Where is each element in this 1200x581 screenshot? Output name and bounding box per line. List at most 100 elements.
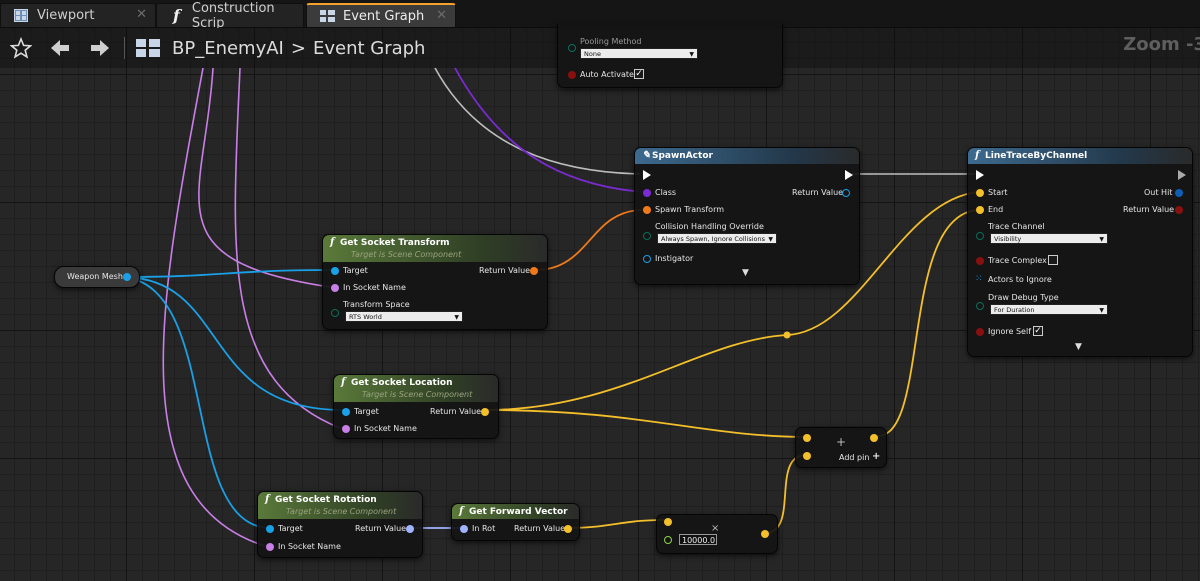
- vector-out-pin[interactable]: [761, 530, 769, 538]
- draw-debug-dropdown[interactable]: For Duration: [990, 304, 1108, 316]
- struct-out-pin[interactable]: [1175, 189, 1183, 197]
- expand-arrow-icon[interactable]: ▼: [742, 268, 749, 278]
- add-vector-node[interactable]: + Add pin +: [795, 427, 887, 468]
- class-pin[interactable]: [643, 189, 651, 197]
- weapon-mesh-node[interactable]: Weapon Mesh: [54, 266, 140, 288]
- rotator-pin[interactable]: [406, 525, 414, 533]
- exec-out-pin[interactable]: [1178, 170, 1186, 180]
- spawn-transform-label: Spawn Transform: [655, 205, 725, 214]
- vector-pin[interactable]: [976, 206, 984, 214]
- object-out-pin[interactable]: [842, 189, 850, 197]
- ignore-self-label: Ignore Self: [988, 327, 1032, 336]
- vector-pin[interactable]: [564, 525, 572, 533]
- bool-pin[interactable]: [976, 328, 984, 336]
- name-pin[interactable]: [331, 284, 339, 292]
- byte-pin[interactable]: [568, 44, 576, 52]
- expand-arrow-icon[interactable]: ▼: [1075, 342, 1082, 352]
- exec-out-pin[interactable]: [845, 170, 853, 180]
- line-trace-node[interactable]: f LineTraceByChannel Start Out Hit End R…: [967, 147, 1193, 357]
- tab-event-graph[interactable]: Event Graph ✕: [306, 3, 456, 27]
- exec-in-pin[interactable]: [976, 170, 984, 180]
- node-subtitle: Target is Scene Component: [286, 507, 397, 516]
- node-header: f Get Socket Transform Target is Scene C…: [323, 235, 547, 262]
- node-subtitle: Target is Scene Component: [362, 390, 473, 399]
- byte-pin[interactable]: [331, 309, 339, 317]
- name-pin[interactable]: [266, 543, 274, 551]
- trace-channel-label: Trace Channel: [988, 222, 1045, 231]
- zoom-indicator: Zoom -3: [1123, 34, 1200, 55]
- vector-pin[interactable]: [481, 408, 489, 416]
- transform-pin[interactable]: [643, 206, 651, 214]
- function-icon: f: [330, 237, 335, 248]
- start-label: Start: [988, 188, 1008, 197]
- out-hit-label: Out Hit: [1144, 188, 1173, 197]
- node-header: f LineTraceByChannel: [968, 148, 1192, 164]
- node-subtitle: Target is Scene Component: [351, 250, 462, 259]
- in-socket-name-label: In Socket Name: [278, 542, 341, 551]
- class-label: Class: [655, 188, 677, 197]
- vector-out-pin[interactable]: [870, 434, 878, 442]
- add-pin-label[interactable]: Add pin: [839, 453, 869, 462]
- return-value-label: Return Value: [514, 524, 566, 533]
- bool-pin[interactable]: [568, 71, 576, 79]
- object-pin[interactable]: [123, 273, 131, 281]
- object-pin[interactable]: [266, 525, 274, 533]
- actors-to-ignore-label: Actors to Ignore: [988, 275, 1052, 284]
- get-forward-vector-node[interactable]: f Get Forward Vector In Rot Return Value: [451, 503, 580, 541]
- add-pin-plus-icon[interactable]: +: [872, 451, 880, 462]
- bool-out-pin[interactable]: [1175, 206, 1183, 214]
- trace-channel-dropdown[interactable]: Visibility: [990, 233, 1108, 245]
- name-pin[interactable]: [342, 425, 350, 433]
- get-socket-rotation-node[interactable]: f Get Socket Rotation Target is Scene Co…: [257, 491, 423, 558]
- function-icon: f: [341, 377, 346, 388]
- vector-pin[interactable]: [803, 434, 811, 442]
- close-icon[interactable]: ✕: [436, 8, 447, 23]
- auto-activate-checkbox[interactable]: ✓: [634, 69, 644, 79]
- byte-pin[interactable]: [976, 302, 984, 310]
- spawn-actor-node[interactable]: ✎ SpawnActor Class Return Value Spawn Tr…: [634, 147, 860, 285]
- vector-pin[interactable]: [664, 518, 672, 526]
- transform-pin[interactable]: [530, 267, 538, 275]
- node-title: Get Socket Location: [351, 378, 453, 388]
- tab-construction-script[interactable]: f Construction Scrip: [156, 1, 304, 31]
- target-label: Target: [278, 524, 303, 533]
- collision-handling-dropdown[interactable]: Always Spawn, Ignore Collisions: [657, 233, 777, 245]
- multiply-node[interactable]: × 10000.0: [656, 514, 778, 554]
- transform-space-dropdown[interactable]: RTS World: [345, 311, 463, 323]
- function-icon: f: [975, 150, 980, 161]
- byte-pin[interactable]: [976, 232, 984, 240]
- float-pin[interactable]: [664, 536, 672, 544]
- close-icon[interactable]: ✕: [136, 7, 147, 22]
- array-pin-icon[interactable]: ⁙: [975, 274, 983, 284]
- bool-pin[interactable]: [976, 257, 984, 265]
- back-arrow-icon[interactable]: [48, 36, 72, 60]
- object-pin[interactable]: [643, 255, 651, 263]
- object-pin[interactable]: [342, 408, 350, 416]
- multiplier-input[interactable]: 10000.0: [679, 534, 717, 545]
- forward-arrow-icon[interactable]: [88, 36, 112, 60]
- trace-complex-checkbox[interactable]: [1048, 255, 1058, 265]
- target-label: Target: [354, 407, 379, 416]
- exec-in-pin[interactable]: [643, 170, 651, 180]
- pooling-method-dropdown[interactable]: None: [580, 48, 698, 60]
- breadcrumb-graph[interactable]: Event Graph: [313, 38, 426, 59]
- spawn-icon: ✎: [642, 150, 651, 161]
- node-title: SpawnActor: [652, 151, 713, 161]
- star-icon[interactable]: [9, 36, 33, 60]
- object-pin[interactable]: [331, 267, 339, 275]
- return-value-label: Return Value: [792, 188, 844, 197]
- get-socket-location-node[interactable]: f Get Socket Location Target is Scene Co…: [333, 374, 499, 439]
- tab-viewport[interactable]: Viewport ✕: [0, 3, 156, 27]
- return-value-label: Return Value: [1123, 205, 1175, 214]
- pooling-node[interactable]: Pooling Method None Auto Activate ✓: [557, 24, 783, 88]
- end-label: End: [988, 205, 1004, 214]
- byte-pin[interactable]: [643, 232, 651, 240]
- tab-label: Viewport: [37, 8, 95, 23]
- vector-pin[interactable]: [976, 189, 984, 197]
- get-socket-transform-node[interactable]: f Get Socket Transform Target is Scene C…: [322, 234, 548, 330]
- function-icon: f: [459, 506, 464, 517]
- breadcrumb-blueprint[interactable]: BP_EnemyAI: [172, 38, 284, 59]
- rotator-pin[interactable]: [460, 525, 468, 533]
- vector-pin[interactable]: [803, 452, 811, 460]
- ignore-self-checkbox[interactable]: ✓: [1033, 326, 1043, 336]
